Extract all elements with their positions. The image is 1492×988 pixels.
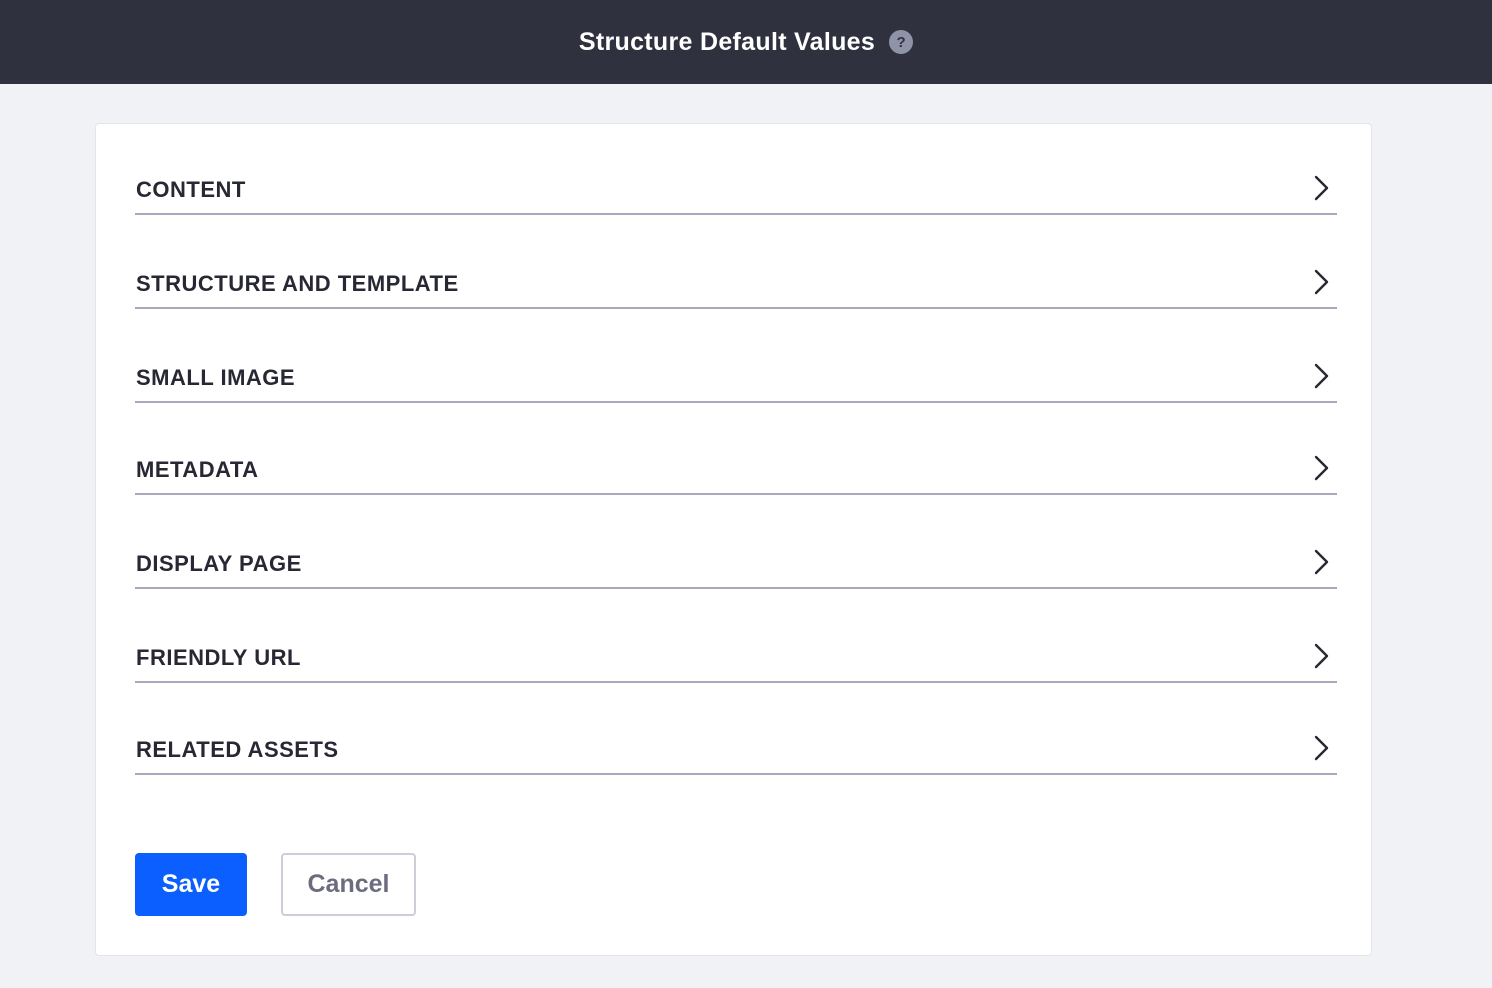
- section-friendly-url[interactable]: FRIENDLY URL: [135, 633, 1337, 683]
- section-display-page[interactable]: DISPLAY PAGE: [135, 539, 1337, 589]
- chevron-right-icon: [1314, 269, 1329, 295]
- question-circle-icon[interactable]: ?: [889, 30, 914, 54]
- chevron-right-icon: [1314, 175, 1329, 201]
- section-label: FRIENDLY URL: [136, 645, 301, 670]
- chevron-right-icon: [1314, 549, 1329, 575]
- section-structure-and-template[interactable]: STRUCTURE AND TEMPLATE: [135, 259, 1337, 309]
- section-label: SMALL IMAGE: [136, 365, 296, 390]
- section-label: RELATED ASSETS: [136, 737, 339, 762]
- section-label: STRUCTURE AND TEMPLATE: [136, 271, 459, 296]
- section-content[interactable]: CONTENT: [135, 165, 1337, 215]
- page-header: Structure Default Values ?: [0, 0, 1492, 84]
- section-label: CONTENT: [136, 177, 246, 202]
- chevron-right-icon: [1314, 735, 1329, 761]
- save-button[interactable]: Save: [135, 853, 247, 916]
- section-label: DISPLAY PAGE: [136, 551, 302, 576]
- section-related-assets[interactable]: RELATED ASSETS: [135, 725, 1337, 775]
- chevron-right-icon: [1314, 363, 1329, 389]
- section-label: METADATA: [136, 457, 259, 482]
- page-title: Structure Default Values: [578, 27, 876, 56]
- chevron-right-icon: [1314, 643, 1329, 669]
- cancel-button[interactable]: Cancel: [281, 853, 416, 916]
- section-small-image[interactable]: SMALL IMAGE: [135, 353, 1337, 403]
- structure-default-values-panel: CONTENT STRUCTURE AND TEMPLATE SMALL IMA…: [95, 123, 1372, 956]
- chevron-right-icon: [1314, 455, 1329, 481]
- section-metadata[interactable]: METADATA: [135, 445, 1337, 495]
